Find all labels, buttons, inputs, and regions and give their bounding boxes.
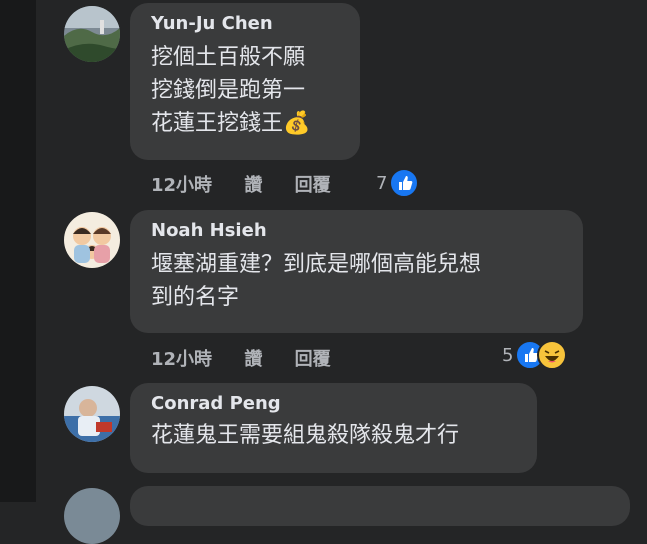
avatar-landscape-image xyxy=(64,6,120,62)
haha-reaction-icon xyxy=(537,340,568,370)
comment-timestamp[interactable]: 12小時 xyxy=(151,349,212,370)
like-button[interactable]: 讚 xyxy=(244,349,262,370)
avatar-cartoon-family-image xyxy=(64,212,120,268)
comment-actions: 12小時 讚 回覆 xyxy=(151,345,357,371)
reaction-count: 7 xyxy=(376,172,388,194)
avatar[interactable] xyxy=(64,488,120,544)
reply-button[interactable]: 回覆 xyxy=(295,175,331,196)
comment-bubble: Noah Hsieh 堰塞湖重建？到底是哪個高能兒想 到的名字 xyxy=(130,210,583,333)
avatar-photo-image xyxy=(64,386,120,442)
comment-text: 堰塞湖重建？到底是哪個高能兒想 到的名字 xyxy=(151,252,482,310)
comment-timestamp[interactable]: 12小時 xyxy=(151,175,212,196)
comment-bubble: Conrad Peng 花蓮鬼王需要組鬼殺隊殺鬼才行 xyxy=(130,383,537,473)
comment-bubble: Yun-Ju Chen 挖個土百般不願 挖錢倒是跑第一 花蓮王挖錢王💰 xyxy=(130,3,360,160)
avatar[interactable] xyxy=(64,386,120,442)
reaction-summary[interactable]: 5 xyxy=(502,340,568,370)
reply-button[interactable]: 回覆 xyxy=(295,349,331,370)
comment-bubble xyxy=(130,486,630,526)
like-button[interactable]: 讚 xyxy=(244,175,262,196)
like-reaction-icon xyxy=(389,168,420,198)
left-panel-edge xyxy=(0,0,36,502)
comment-text: 花蓮鬼王需要組鬼殺隊殺鬼才行 xyxy=(151,423,460,448)
avatar[interactable] xyxy=(64,6,120,62)
comment-text: 挖個土百般不願 挖錢倒是跑第一 花蓮王挖錢王💰 xyxy=(151,45,311,136)
comment-author[interactable]: Conrad Peng xyxy=(151,393,515,415)
reaction-count: 5 xyxy=(502,344,514,366)
comment-author[interactable]: Noah Hsieh xyxy=(151,220,561,242)
comment-author[interactable]: Yun-Ju Chen xyxy=(151,13,338,35)
comment-actions: 12小時 讚 回覆 xyxy=(151,171,357,197)
avatar[interactable] xyxy=(64,212,120,268)
reaction-summary[interactable]: 7 xyxy=(376,168,420,198)
